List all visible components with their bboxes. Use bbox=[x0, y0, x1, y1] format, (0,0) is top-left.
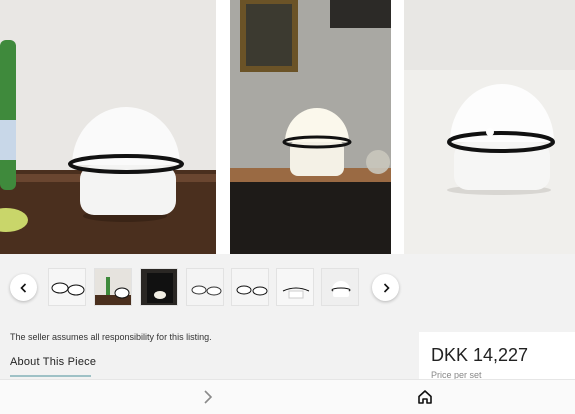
product-photo-3[interactable] bbox=[404, 0, 575, 254]
home-button[interactable] bbox=[416, 388, 434, 406]
product-photo-1[interactable] bbox=[0, 0, 216, 254]
thumbnail-carousel bbox=[0, 264, 575, 310]
price-value: DKK 14,227 bbox=[431, 345, 529, 365]
home-icon bbox=[418, 390, 432, 404]
thumbnail-7[interactable] bbox=[321, 268, 359, 306]
thumbnail-1[interactable] bbox=[48, 268, 86, 306]
chevron-right-icon bbox=[383, 282, 390, 293]
bottom-navigation-bar bbox=[0, 379, 575, 414]
thumbnail-3[interactable] bbox=[140, 268, 178, 306]
chevron-right-icon bbox=[204, 390, 213, 404]
seller-disclaimer: The seller assumes all responsibility fo… bbox=[10, 332, 212, 342]
about-this-piece-tab[interactable]: About This Piece bbox=[10, 356, 96, 368]
product-photo-2[interactable] bbox=[230, 0, 391, 254]
about-tab-underline bbox=[10, 375, 91, 377]
forward-button[interactable] bbox=[200, 388, 216, 406]
thumbnail-5[interactable] bbox=[231, 268, 269, 306]
thumbnail-2[interactable] bbox=[94, 268, 132, 306]
product-image-gallery bbox=[0, 0, 575, 254]
carousel-prev-button[interactable] bbox=[10, 274, 37, 301]
thumbnail-4[interactable] bbox=[186, 268, 224, 306]
thumbnail-6[interactable] bbox=[276, 268, 314, 306]
carousel-next-button[interactable] bbox=[372, 274, 399, 301]
chevron-left-icon bbox=[19, 282, 26, 293]
